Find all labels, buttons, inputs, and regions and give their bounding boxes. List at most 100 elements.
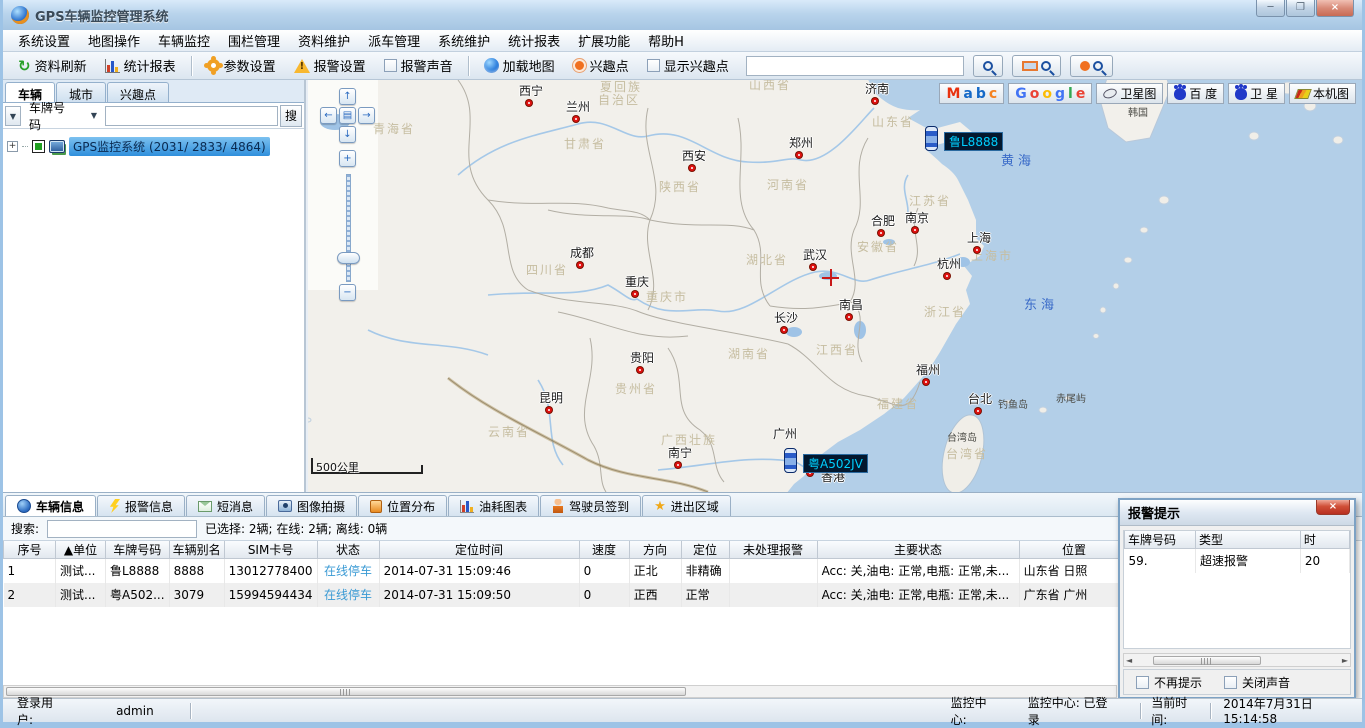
alarm-scrollbar[interactable]: ◄ ► bbox=[1123, 653, 1351, 667]
pan-center-button[interactable]: ▤ bbox=[339, 107, 356, 124]
column-header[interactable]: 未处理报警 bbox=[729, 541, 817, 559]
left-tab-0[interactable]: 车辆 bbox=[5, 82, 55, 102]
alarm-sound-checkbox[interactable] bbox=[384, 59, 397, 72]
scroll-left-arrow[interactable]: ◄ bbox=[1126, 656, 1132, 665]
column-header[interactable]: 定位 bbox=[681, 541, 729, 559]
alarm-column-header[interactable]: 类型 bbox=[1195, 531, 1300, 549]
show-poi-checkbox[interactable] bbox=[647, 59, 660, 72]
menu-item-1[interactable]: 地图操作 bbox=[79, 29, 149, 52]
column-header[interactable]: 序号 bbox=[4, 541, 56, 559]
layer-button-baidu-satellite[interactable]: 卫 星 bbox=[1228, 83, 1285, 104]
search-go-button[interactable]: 搜 bbox=[280, 105, 302, 127]
menu-item-4[interactable]: 资料维护 bbox=[289, 29, 359, 52]
close-button[interactable]: × bbox=[1316, 0, 1354, 17]
left-tab-2[interactable]: 兴趣点 bbox=[107, 82, 169, 102]
field-selector-dropdown-button[interactable]: ▼ bbox=[5, 106, 21, 126]
bottom-tab-3[interactable]: 图像拍摄 bbox=[266, 495, 357, 516]
map-search-input[interactable] bbox=[746, 56, 964, 76]
magnifier-icon bbox=[1093, 61, 1103, 71]
bottom-tab-0[interactable]: 车辆信息 bbox=[5, 495, 96, 516]
pan-down-button[interactable]: ↓ bbox=[339, 126, 356, 143]
layer-button-satellite-map[interactable]: 卫星图 bbox=[1096, 83, 1163, 104]
column-header[interactable]: 主要状态 bbox=[817, 541, 1019, 559]
city-marker-12: 长沙 bbox=[781, 327, 791, 337]
alarm-column-header[interactable]: 车牌号码 bbox=[1125, 531, 1196, 549]
show-poi-toggle[interactable]: 显示兴趣点 bbox=[640, 54, 736, 77]
menu-item-6[interactable]: 系统维护 bbox=[429, 29, 499, 52]
province-label: 河南省 bbox=[767, 176, 809, 193]
pan-left-button[interactable]: ← bbox=[320, 107, 337, 124]
params-button[interactable]: 参数设置 bbox=[200, 54, 283, 77]
report-button[interactable]: 统计报表 bbox=[98, 54, 183, 77]
poi-search-button[interactable] bbox=[1070, 55, 1113, 77]
search-button[interactable] bbox=[973, 55, 1003, 77]
plate-search-input[interactable] bbox=[105, 106, 278, 126]
alarm-sound-toggle[interactable]: 报警声音 bbox=[377, 54, 460, 77]
alarm-row[interactable]: 59.超速报警20 bbox=[1125, 549, 1350, 573]
table-row[interactable]: 2测试...粤A502...307915994594434在线停车2014-07… bbox=[4, 583, 1130, 607]
poi-button[interactable]: 兴趣点 bbox=[566, 54, 636, 77]
alarm-scrollbar-thumb[interactable] bbox=[1153, 656, 1261, 665]
menu-item-2[interactable]: 车辆监控 bbox=[149, 29, 219, 52]
alarm-column-header[interactable]: 时 bbox=[1300, 531, 1349, 549]
bottom-tab-6[interactable]: 驾驶员签到 bbox=[540, 495, 641, 516]
layer-button-baidu-map[interactable]: 百 度 bbox=[1167, 83, 1224, 104]
refresh-button[interactable]: ↻资料刷新 bbox=[11, 54, 94, 77]
column-header[interactable]: 速度 bbox=[579, 541, 629, 559]
vehicle-marker-0[interactable]: 鲁L8888 bbox=[925, 126, 938, 151]
column-header[interactable]: 车牌号码 bbox=[106, 541, 170, 559]
menu-item-7[interactable]: 统计报表 bbox=[499, 29, 569, 52]
table-row[interactable]: 1测试...鲁L8888888813012778400在线停车2014-07-3… bbox=[4, 559, 1130, 583]
layer-button-mapabc[interactable]: Mabc bbox=[939, 83, 1004, 104]
layer-button-google[interactable]: Google bbox=[1008, 83, 1092, 104]
scroll-right-arrow[interactable]: ► bbox=[1342, 656, 1348, 665]
table-cell: 在线停车 bbox=[317, 559, 379, 583]
menu-item-5[interactable]: 派车管理 bbox=[359, 29, 429, 52]
tree-node-root[interactable]: + GPS监控系统 (2031/ 2833/ 4864) bbox=[7, 137, 300, 156]
expander-icon[interactable]: + bbox=[7, 141, 18, 152]
load-map-button[interactable]: 加载地图 bbox=[477, 54, 562, 77]
zoom-slider-handle[interactable] bbox=[337, 252, 360, 264]
column-header[interactable]: SIM卡号 bbox=[224, 541, 317, 559]
area-search-button[interactable] bbox=[1012, 55, 1061, 77]
alarm-settings-button[interactable]: 报警设置 bbox=[287, 54, 373, 77]
column-header[interactable]: 车辆别名 bbox=[169, 541, 224, 559]
menu-item-9[interactable]: 帮助H bbox=[639, 29, 693, 52]
column-header[interactable]: 方向 bbox=[629, 541, 681, 559]
mute-checkbox[interactable] bbox=[1224, 676, 1237, 689]
field-selector[interactable]: 车牌号码▼ bbox=[23, 106, 103, 126]
mute-toggle[interactable]: 关闭声音 bbox=[1224, 674, 1290, 691]
vehicle-marker-1[interactable]: 粤A502JV bbox=[784, 448, 797, 473]
bottom-tab-1[interactable]: 报警信息 bbox=[97, 495, 185, 516]
province-label: 青海省 bbox=[373, 120, 415, 137]
vehicle-plate-label: 鲁L8888 bbox=[944, 132, 1003, 151]
vehicle-list-search-input[interactable] bbox=[47, 520, 197, 538]
alarm-close-button[interactable]: × bbox=[1316, 500, 1350, 515]
menu-item-0[interactable]: 系统设置 bbox=[9, 29, 79, 52]
bottom-tab-7[interactable]: 进出区域 bbox=[642, 495, 731, 516]
pan-right-button[interactable]: → bbox=[358, 107, 375, 124]
alarm-popup: 报警提示 × 车牌号码类型时59.超速报警20 ◄ ► 不再提示 关闭声音 bbox=[1118, 498, 1356, 699]
map-canvas[interactable]: 青海省甘肃省陕西省河南省山东省江苏省安徽省四川省湖北省重庆市湖南省江西省浙江省贵… bbox=[308, 80, 1362, 492]
column-header[interactable]: 定位时间 bbox=[379, 541, 579, 559]
city-label: 郑州 bbox=[789, 134, 813, 151]
scrollbar-thumb[interactable] bbox=[6, 687, 686, 696]
menu-item-8[interactable]: 扩展功能 bbox=[569, 29, 639, 52]
tree-checkbox[interactable] bbox=[32, 140, 45, 153]
zoom-in-button[interactable]: + bbox=[339, 150, 356, 167]
restore-button[interactable]: ❐ bbox=[1286, 0, 1315, 17]
bottom-tab-4[interactable]: 位置分布 bbox=[358, 495, 447, 516]
minimize-button[interactable]: ─ bbox=[1256, 0, 1285, 17]
pan-up-button[interactable]: ↑ bbox=[339, 88, 356, 105]
column-header[interactable]: ▲单位 bbox=[56, 541, 106, 559]
bottom-tab-5[interactable]: 油耗图表 bbox=[448, 495, 539, 516]
dont-show-checkbox[interactable] bbox=[1136, 676, 1149, 689]
dont-show-toggle[interactable]: 不再提示 bbox=[1136, 674, 1202, 691]
menu-item-3[interactable]: 围栏管理 bbox=[219, 29, 289, 52]
column-header[interactable]: 位置 bbox=[1019, 541, 1129, 559]
zoom-out-button[interactable]: − bbox=[339, 284, 356, 301]
zoom-slider-track[interactable] bbox=[346, 174, 351, 282]
bottom-tab-2[interactable]: 短消息 bbox=[186, 495, 265, 516]
column-header[interactable]: 状态 bbox=[317, 541, 379, 559]
layer-button-local-map[interactable]: 本机图 bbox=[1289, 83, 1356, 104]
